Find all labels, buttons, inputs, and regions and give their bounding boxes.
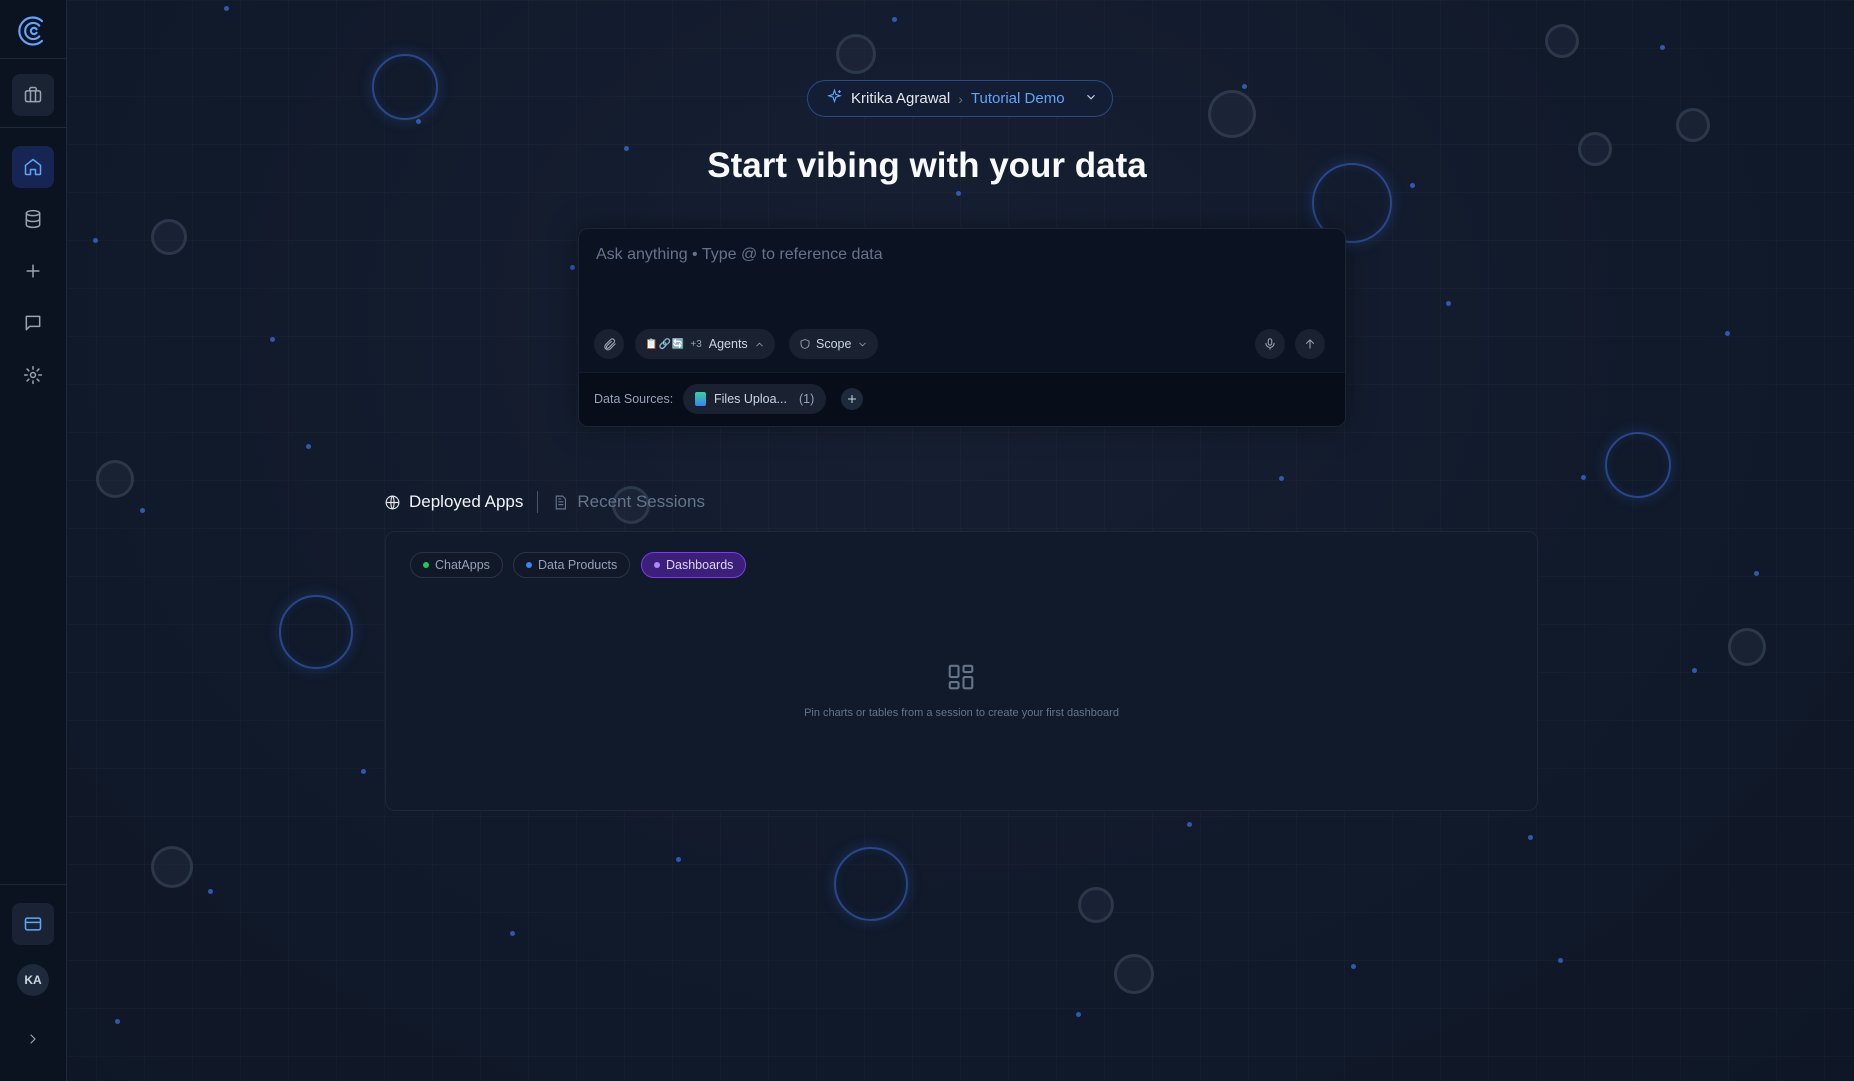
- breadcrumb-user: Kritika Agrawal: [851, 90, 951, 107]
- agents-label: Agents: [708, 337, 748, 351]
- purple-dot-icon: [654, 562, 660, 568]
- credit-card-icon[interactable]: [12, 903, 54, 945]
- data-source-chip[interactable]: Files Uploa... (1): [683, 384, 827, 414]
- breadcrumb-project: Tutorial Demo: [970, 90, 1065, 107]
- chat-input[interactable]: [594, 245, 1318, 265]
- chevron-down-icon[interactable]: [1084, 90, 1098, 108]
- filter-dashboards-label: Dashboards: [666, 558, 734, 572]
- data-source-count: (1): [798, 392, 815, 406]
- apps-panel: ChatApps Data Products Dashboards Pin ch…: [385, 531, 1538, 811]
- sparkle-icon: [826, 88, 843, 109]
- chevron-down-icon: [859, 342, 867, 346]
- chat-composer: 📋🔗🔄 +3 Agents Scope Data Sources: Files …: [578, 228, 1346, 427]
- workspace-selector[interactable]: Kritika Agrawal › Tutorial Demo: [807, 80, 1113, 117]
- agents-more: +3: [690, 338, 702, 350]
- database-icon[interactable]: [12, 198, 54, 240]
- plus-icon: [848, 395, 856, 403]
- tab-recent-sessions-label: Recent Sessions: [577, 492, 705, 511]
- filter-dashboards[interactable]: Dashboards: [641, 552, 747, 578]
- globe-icon: [385, 495, 400, 509]
- shield-icon: [800, 339, 810, 349]
- agents-icons: 📋🔗🔄: [645, 338, 686, 350]
- tab-deployed-apps[interactable]: Deployed Apps: [384, 492, 523, 512]
- plus-icon[interactable]: [12, 250, 54, 292]
- chevron-up-icon: [756, 342, 763, 346]
- send-button[interactable]: [1295, 329, 1325, 359]
- green-dot-icon: [423, 562, 429, 568]
- document-icon: [556, 495, 567, 509]
- filter-data-products-label: Data Products: [538, 558, 618, 572]
- add-data-source-button[interactable]: [841, 388, 863, 410]
- message-icon[interactable]: [12, 302, 54, 344]
- filter-data-products[interactable]: Data Products: [513, 552, 631, 578]
- arrow-up-icon: [1305, 339, 1315, 349]
- briefcase-icon[interactable]: [12, 74, 54, 116]
- agents-selector[interactable]: 📋🔗🔄 +3 Agents: [635, 329, 775, 359]
- paperclip-icon[interactable]: [594, 329, 624, 359]
- dashboard-grid-icon: [946, 662, 976, 697]
- blue-dot-icon: [526, 562, 532, 568]
- scope-selector[interactable]: Scope: [789, 329, 879, 359]
- avatar[interactable]: KA: [17, 964, 49, 996]
- filter-chatapps[interactable]: ChatApps: [410, 552, 503, 578]
- data-source-name: Files Uploa...: [714, 392, 787, 406]
- breadcrumb-separator: ›: [958, 90, 963, 107]
- empty-state-text: Pin charts or tables from a session to c…: [804, 707, 1119, 719]
- tab-deployed-apps-label: Deployed Apps: [409, 492, 524, 511]
- page-title: Start vibing with your data: [707, 146, 1147, 185]
- file-icon: [695, 392, 706, 406]
- tab-recent-sessions[interactable]: Recent Sessions: [552, 492, 705, 512]
- scope-label: Scope: [816, 337, 852, 351]
- c-logo-icon[interactable]: [12, 10, 54, 52]
- tab-divider: [537, 491, 539, 513]
- filter-chatapps-label: ChatApps: [435, 558, 490, 572]
- apps-tabs: Deployed Apps Recent Sessions: [384, 489, 705, 515]
- chevron-right-icon[interactable]: [12, 1018, 54, 1060]
- data-sources-label: Data Sources:: [594, 392, 674, 406]
- gear-icon[interactable]: [12, 354, 54, 396]
- microphone-icon[interactable]: [1255, 329, 1285, 359]
- data-sources-bar: Data Sources: Files Uploa... (1): [579, 372, 1345, 426]
